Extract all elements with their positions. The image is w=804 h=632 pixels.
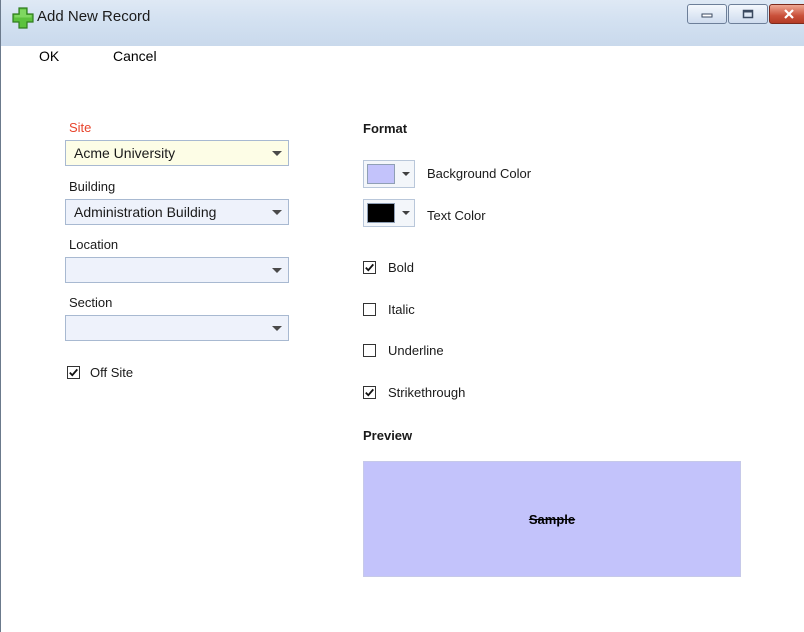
site-value: Acme University: [74, 145, 176, 161]
text-color-label: Text Color: [427, 208, 486, 223]
cancel-menu-item[interactable]: Cancel: [113, 48, 157, 64]
ok-menu-item[interactable]: OK: [39, 48, 59, 64]
chevron-down-icon: [272, 268, 282, 273]
add-new-record-window: Add New Record OK Cancel Site Acme Unive…: [0, 0, 804, 632]
text-color-swatch: [367, 203, 395, 223]
off-site-checkbox[interactable]: [67, 366, 80, 379]
building-combobox[interactable]: Administration Building: [65, 199, 289, 225]
bold-checkbox[interactable]: [363, 261, 376, 274]
bold-label: Bold: [388, 260, 415, 275]
italic-checkbox[interactable]: [363, 303, 376, 316]
section-label: Section: [69, 295, 113, 310]
background-color-label: Background Color: [427, 166, 532, 181]
strikethrough-checkbox[interactable]: [363, 386, 376, 399]
background-color-picker[interactable]: [363, 160, 415, 188]
chevron-down-icon: [402, 211, 410, 215]
text-color-picker[interactable]: [363, 199, 415, 227]
building-value: Administration Building: [74, 204, 217, 220]
off-site-label: Off Site: [90, 365, 134, 380]
chevron-down-icon: [272, 210, 282, 215]
background-color-swatch: [367, 164, 395, 184]
checkmark-icon: [365, 388, 374, 397]
checkmark-icon: [365, 263, 374, 272]
strikethrough-label: Strikethrough: [388, 385, 466, 400]
preview-panel: Sample: [363, 461, 741, 577]
location-label: Location: [69, 237, 119, 252]
format-heading: Format: [363, 121, 408, 136]
window-title: Add New Record: [37, 8, 151, 25]
site-combobox[interactable]: Acme University: [65, 140, 289, 166]
site-label: Site: [69, 120, 92, 135]
maximize-button[interactable]: [728, 4, 768, 24]
title-bar[interactable]: Add New Record OK Cancel: [1, 0, 804, 64]
section-combobox[interactable]: [65, 315, 289, 341]
minimize-button[interactable]: [687, 4, 727, 24]
underline-label: Underline: [388, 343, 444, 358]
underline-checkbox[interactable]: [363, 344, 376, 357]
chevron-down-icon: [402, 172, 410, 176]
form-content: Site Acme University Building Administra…: [1, 68, 804, 632]
close-button[interactable]: [769, 4, 804, 24]
green-plus-icon: [11, 6, 35, 30]
preview-heading: Preview: [363, 428, 413, 443]
location-combobox[interactable]: [65, 257, 289, 283]
building-label: Building: [69, 179, 116, 194]
preview-sample-text: Sample: [528, 511, 576, 527]
chevron-down-icon: [272, 151, 282, 156]
chevron-down-icon: [272, 326, 282, 331]
checkmark-icon: [69, 368, 78, 377]
italic-label: Italic: [388, 302, 415, 317]
